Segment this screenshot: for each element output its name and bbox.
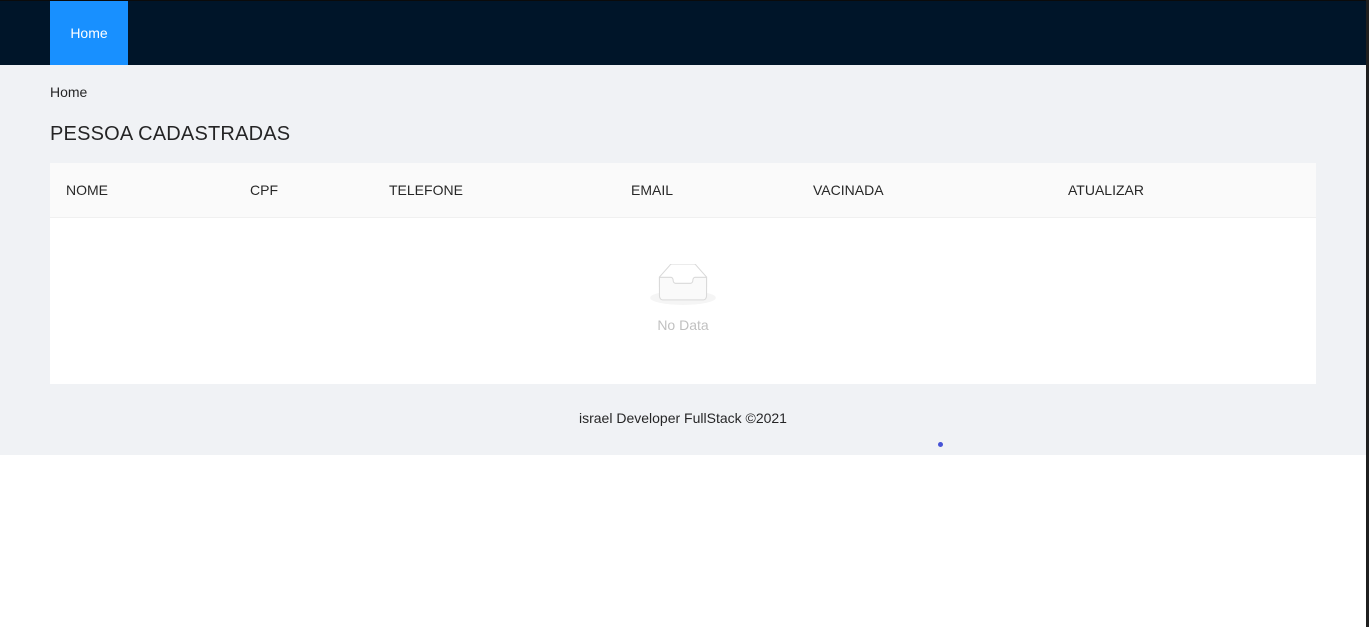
header-top-border [0, 0, 1366, 1]
people-table: NOME CPF TELEFONE EMAIL VACINADA ATUALIZ… [50, 163, 1316, 384]
footer: israel Developer FullStack ©2021 [0, 410, 1366, 426]
inbox-icon [650, 264, 716, 305]
empty-text: No Data [657, 317, 709, 333]
page-title: PESSOA CADASTRADAS [50, 123, 291, 145]
column-header-cpf: CPF [250, 182, 278, 198]
nav-item-home[interactable]: Home [50, 1, 128, 65]
column-header-atualizar: ATUALIZAR [1068, 182, 1144, 198]
column-header-nome: NOME [66, 182, 108, 198]
table-header: NOME CPF TELEFONE EMAIL VACINADA ATUALIZ… [50, 163, 1316, 218]
nav-item-label: Home [70, 25, 108, 41]
table-empty-state: No Data [50, 218, 1316, 384]
footer-text: israel Developer FullStack ©2021 [579, 410, 787, 426]
loading-dot [938, 442, 943, 447]
breadcrumb-item-home: Home [50, 84, 88, 100]
column-header-telefone: TELEFONE [389, 182, 463, 198]
column-header-vacinada: VACINADA [813, 182, 884, 198]
top-nav-bar: Home [0, 0, 1366, 65]
column-header-email: EMAIL [631, 182, 674, 198]
app-layout: Home Home PESSOA CADASTRADAS NOME CPF TE… [0, 0, 1366, 455]
breadcrumb: Home [50, 84, 87, 100]
